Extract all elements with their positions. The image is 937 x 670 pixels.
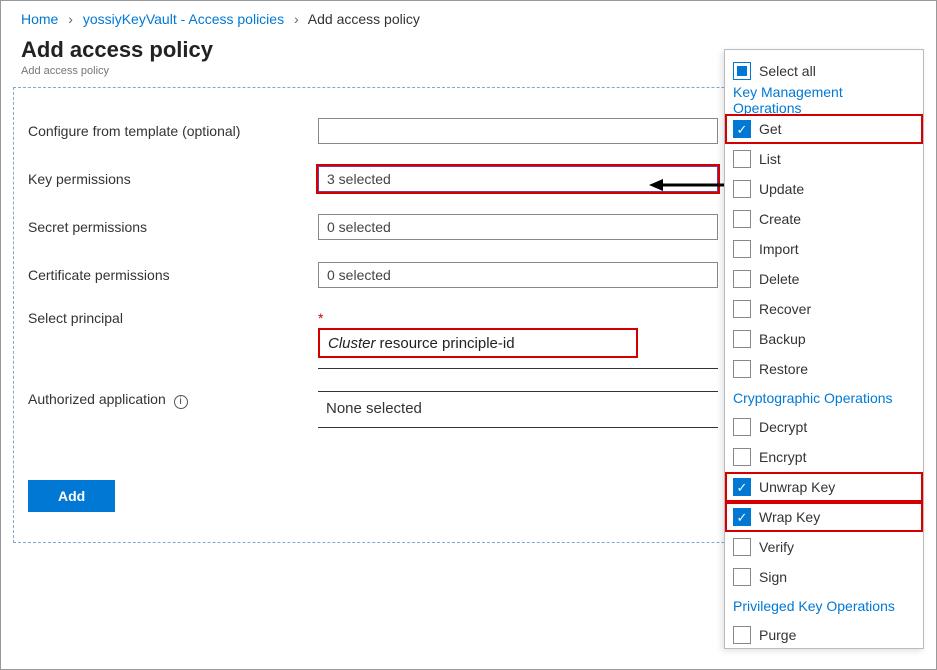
checkbox-icon — [733, 418, 751, 436]
checkbox-icon — [733, 568, 751, 586]
principal-rest-text: resource principle-id — [380, 335, 515, 352]
breadcrumb: Home › yossiyKeyVault - Access policies … — [1, 1, 936, 33]
option-unwrap-key[interactable]: Unwrap Key — [725, 472, 923, 502]
checkbox-icon — [733, 508, 751, 526]
option-decrypt[interactable]: Decrypt — [725, 412, 923, 442]
checkbox-icon — [733, 360, 751, 378]
option-list[interactable]: List — [725, 144, 923, 174]
chevron-right-icon: › — [68, 11, 73, 27]
checkbox-icon — [733, 180, 751, 198]
breadcrumb-home[interactable]: Home — [21, 11, 58, 27]
checkbox-icon — [733, 210, 751, 228]
select-principal-label: Select principal — [28, 310, 318, 326]
secret-permissions-value: 0 selected — [327, 219, 391, 235]
option-delete[interactable]: Delete — [725, 264, 923, 294]
option-verify[interactable]: Verify — [725, 532, 923, 562]
option-get[interactable]: Get — [725, 114, 923, 144]
key-permissions-dropdown[interactable]: 3 selected — [318, 166, 718, 192]
info-icon[interactable]: i — [174, 395, 188, 409]
option-restore[interactable]: Restore — [725, 354, 923, 384]
option-encrypt[interactable]: Encrypt — [725, 442, 923, 472]
checkbox-icon — [733, 150, 751, 168]
checkbox-icon — [733, 448, 751, 466]
secret-permissions-dropdown[interactable]: 0 selected — [318, 214, 718, 240]
breadcrumb-current: Add access policy — [308, 11, 420, 27]
checkbox-icon — [733, 270, 751, 288]
template-label: Configure from template (optional) — [28, 123, 318, 139]
checkbox-icon — [733, 626, 751, 644]
template-dropdown[interactable] — [318, 118, 718, 144]
select-all-option[interactable]: Select all — [725, 56, 923, 86]
checkbox-icon — [733, 330, 751, 348]
certificate-permissions-label: Certificate permissions — [28, 267, 318, 283]
secret-permissions-label: Secret permissions — [28, 219, 318, 235]
checkbox-icon — [733, 120, 751, 138]
divider — [318, 368, 718, 369]
add-button[interactable]: Add — [28, 480, 115, 512]
section-key-management: Key Management Operations — [725, 86, 923, 114]
principal-selector[interactable]: Cluster resource principle-id — [318, 328, 638, 358]
certificate-permissions-value: 0 selected — [327, 267, 391, 283]
principal-cluster-text: Cluster — [328, 335, 376, 352]
option-wrap-key[interactable]: Wrap Key — [725, 502, 923, 532]
checkbox-icon — [733, 538, 751, 556]
option-sign[interactable]: Sign — [725, 562, 923, 592]
breadcrumb-keyvault[interactable]: yossiyKeyVault - Access policies — [83, 11, 284, 27]
option-backup[interactable]: Backup — [725, 324, 923, 354]
checkbox-icon — [733, 240, 751, 258]
option-recover[interactable]: Recover — [725, 294, 923, 324]
option-update[interactable]: Update — [725, 174, 923, 204]
section-cryptographic: Cryptographic Operations — [725, 384, 923, 412]
key-permissions-value: 3 selected — [327, 171, 391, 187]
authorized-application-label: Authorized application i — [28, 391, 318, 409]
key-permissions-label: Key permissions — [28, 171, 318, 187]
chevron-right-icon: › — [294, 11, 299, 27]
option-import[interactable]: Import — [725, 234, 923, 264]
checkbox-icon — [733, 300, 751, 318]
checkbox-icon — [733, 478, 751, 496]
certificate-permissions-dropdown[interactable]: 0 selected — [318, 262, 718, 288]
key-permissions-panel: Select all Key Management Operations Get… — [724, 49, 924, 649]
section-privileged: Privileged Key Operations — [725, 592, 923, 620]
option-create[interactable]: Create — [725, 204, 923, 234]
checkbox-indeterminate-icon — [733, 62, 751, 80]
option-purge[interactable]: Purge — [725, 620, 923, 649]
divider — [318, 427, 718, 428]
